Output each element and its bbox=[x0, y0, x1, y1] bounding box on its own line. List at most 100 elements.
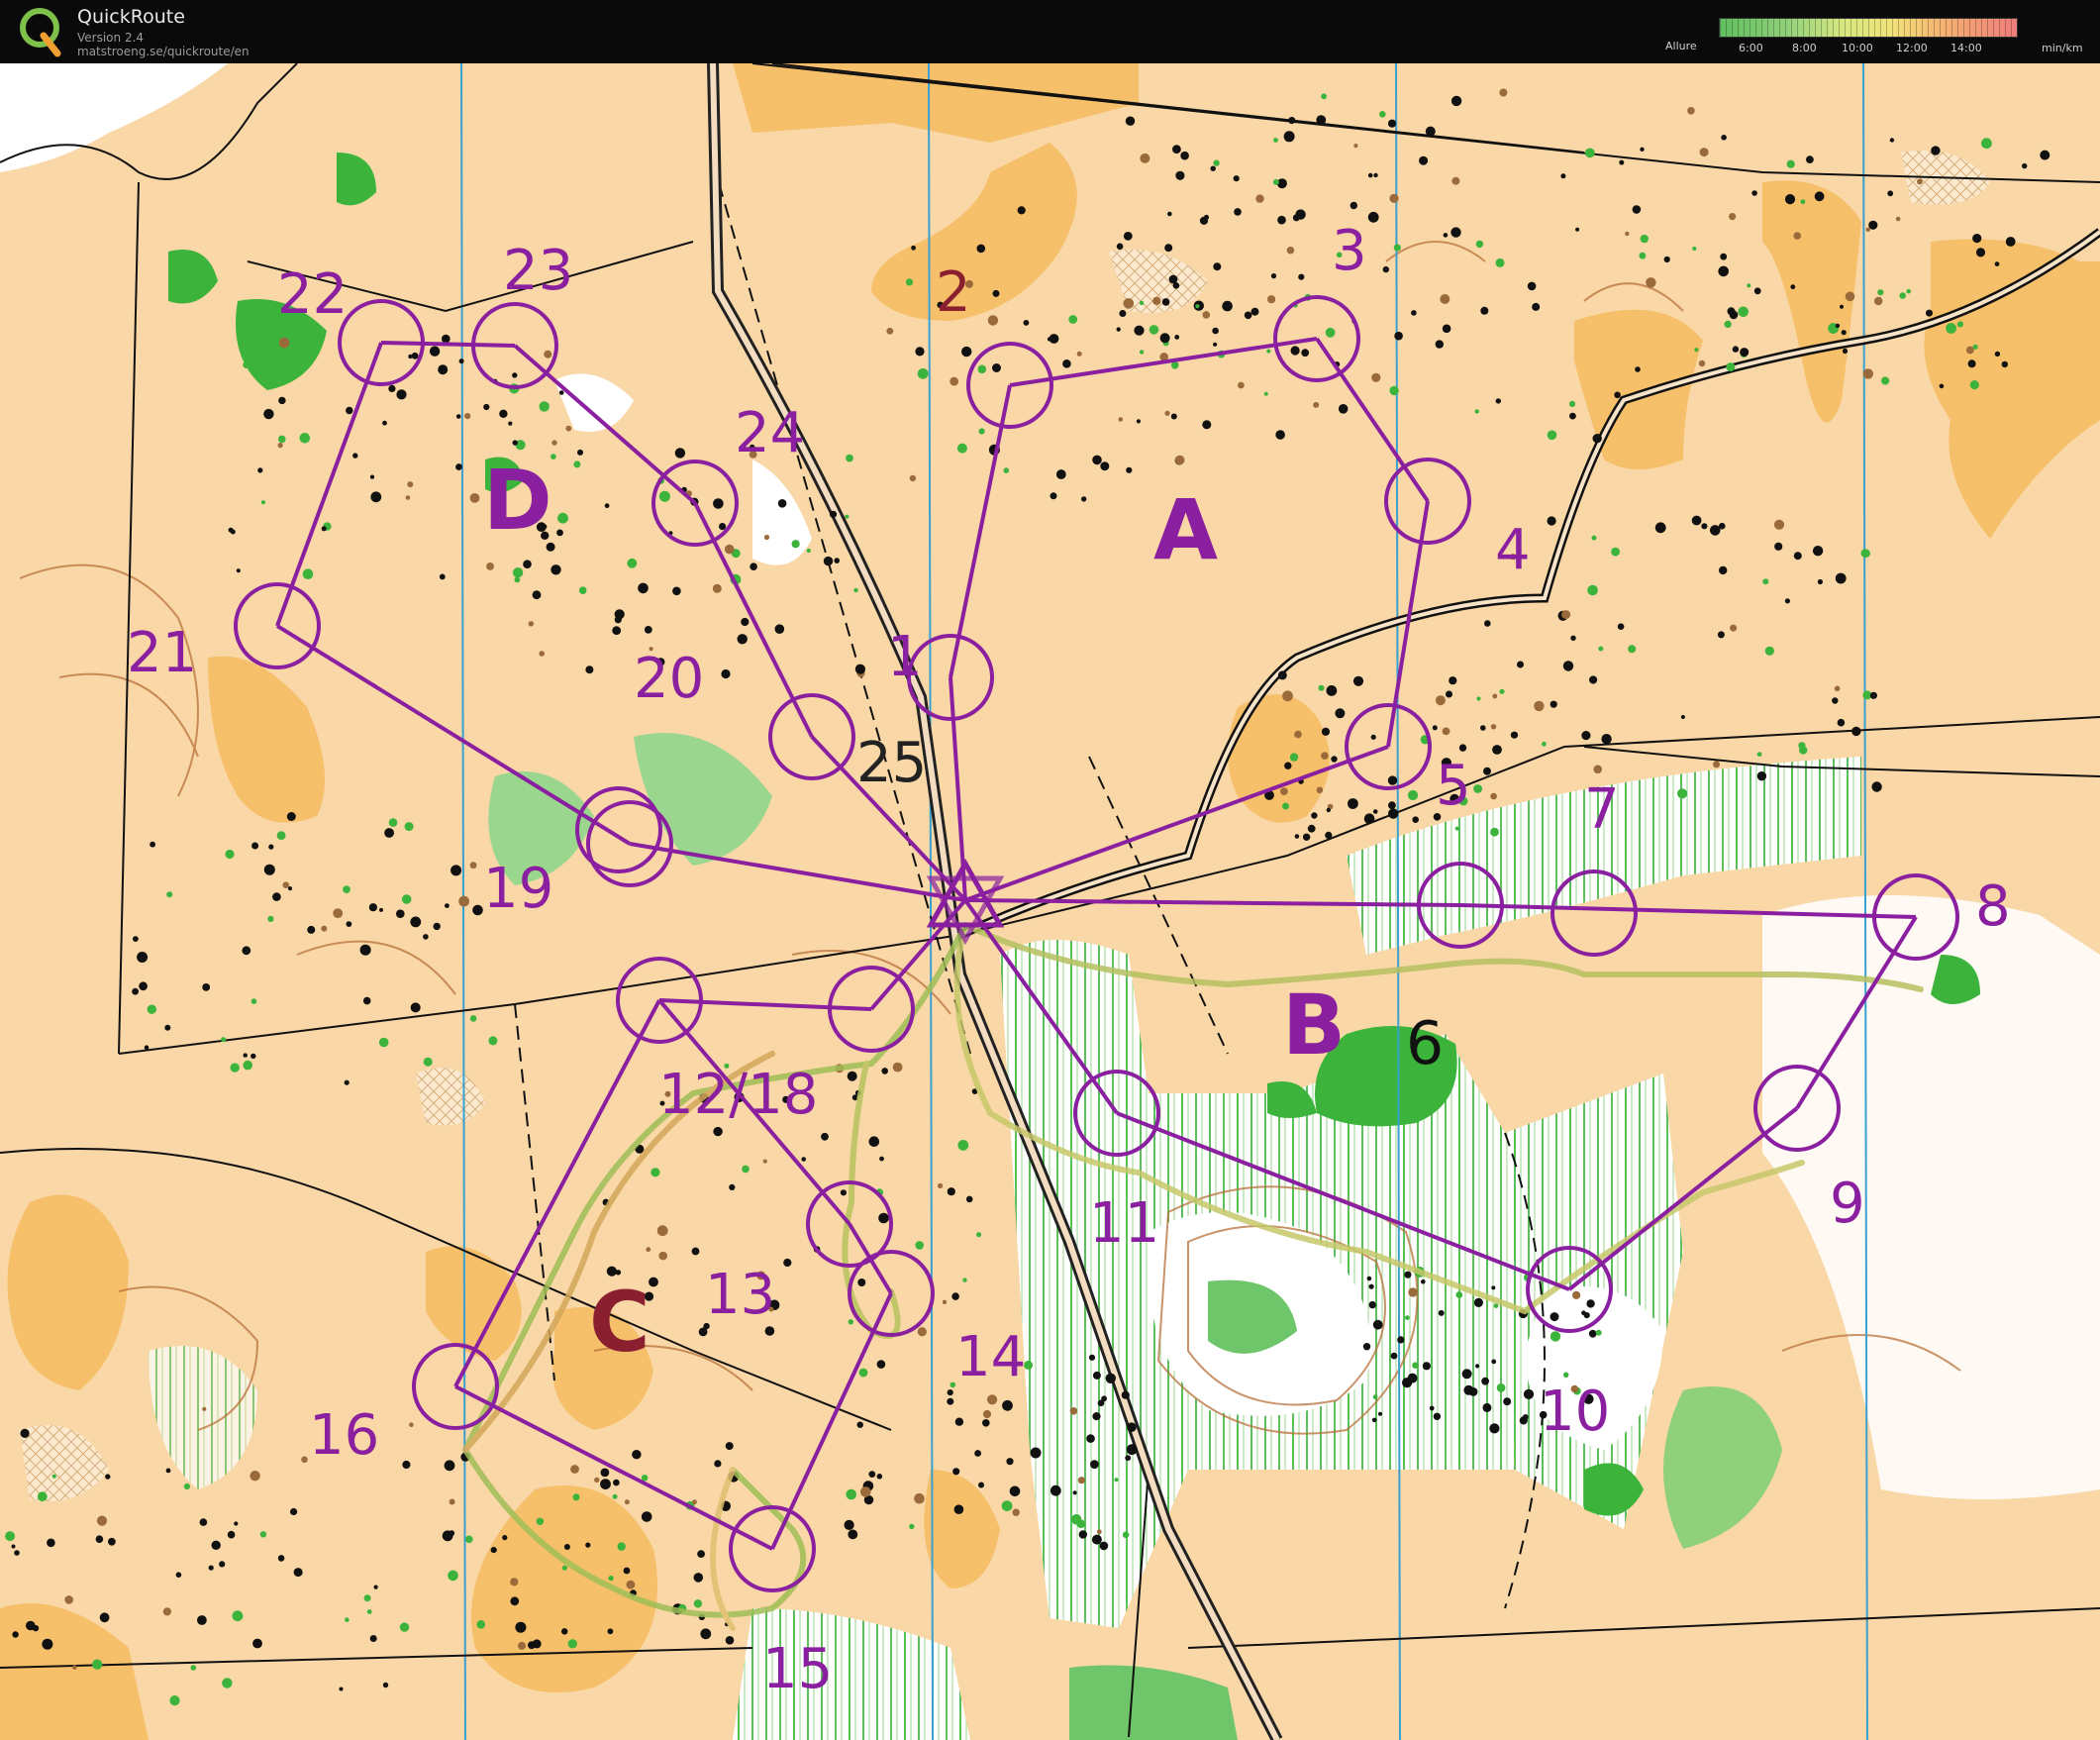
map-dot bbox=[1865, 227, 1870, 232]
map-dot bbox=[1097, 1399, 1105, 1407]
map-dot bbox=[840, 1189, 848, 1196]
map-dot bbox=[1491, 1285, 1496, 1290]
map-dot bbox=[433, 922, 441, 931]
map-dot bbox=[411, 352, 419, 359]
map-dot bbox=[476, 1620, 486, 1629]
map-dot bbox=[363, 1594, 371, 1602]
map-dot bbox=[1362, 1343, 1371, 1351]
map-dot bbox=[345, 1617, 350, 1622]
map-dot bbox=[1547, 516, 1556, 526]
map-dot bbox=[1687, 107, 1695, 115]
map-feature-label: 6 bbox=[1406, 1009, 1444, 1078]
map-dot bbox=[379, 907, 383, 912]
map-dot bbox=[1840, 304, 1844, 309]
map-dot bbox=[992, 363, 1001, 372]
map-dot bbox=[1812, 546, 1824, 557]
map-dot bbox=[528, 1641, 536, 1650]
map-dot bbox=[396, 389, 407, 400]
map-dot bbox=[1956, 321, 1963, 328]
map-dot bbox=[1295, 209, 1306, 220]
map-dot bbox=[1367, 211, 1379, 223]
map-dot bbox=[219, 1561, 226, 1568]
map-dot bbox=[561, 1565, 568, 1571]
map-dot bbox=[1122, 1531, 1130, 1539]
control-number: 13 bbox=[705, 1263, 775, 1327]
map-dot bbox=[1273, 138, 1278, 143]
map-dot bbox=[909, 1523, 915, 1530]
map-dot bbox=[1433, 1412, 1442, 1421]
map-dot bbox=[458, 895, 469, 907]
map-dot bbox=[1790, 284, 1796, 290]
map-dot bbox=[1534, 700, 1545, 712]
map-dot bbox=[1701, 523, 1708, 530]
map-dot bbox=[465, 1535, 473, 1544]
control-number: 4 bbox=[1495, 518, 1531, 582]
map-dot bbox=[1619, 159, 1625, 165]
map-dot bbox=[1617, 623, 1625, 630]
map-dot bbox=[853, 587, 858, 593]
map-dot bbox=[1180, 151, 1189, 160]
map-dot bbox=[1793, 232, 1801, 240]
map-dot bbox=[1069, 1407, 1078, 1415]
map-dot bbox=[911, 245, 916, 251]
app-url[interactable]: matstroeng.se/quickroute/en bbox=[77, 45, 250, 58]
map-dot bbox=[448, 1570, 458, 1582]
map-dot bbox=[1250, 307, 1259, 316]
map-dot bbox=[617, 1542, 626, 1551]
map-dot bbox=[183, 1483, 190, 1490]
control-number: 9 bbox=[1830, 1172, 1865, 1236]
map-dot bbox=[1756, 771, 1767, 781]
map-dot bbox=[242, 946, 251, 956]
map-dot bbox=[11, 1544, 16, 1549]
map-dot bbox=[455, 414, 461, 419]
map-dot bbox=[1442, 727, 1450, 736]
map-dot bbox=[1125, 116, 1136, 126]
map-dot bbox=[1965, 346, 1974, 355]
map-dot bbox=[557, 512, 568, 524]
map-dot bbox=[1862, 368, 1874, 379]
map-dot bbox=[585, 665, 594, 674]
map-dot bbox=[1756, 752, 1762, 757]
orienteering-map[interactable]: 1 2 3 4 5 7 8 9 10 11 12/18 13 14 15 16 … bbox=[0, 63, 2100, 1740]
map-dot bbox=[1586, 1299, 1595, 1308]
map-dot bbox=[1646, 277, 1656, 288]
map-dot bbox=[737, 634, 748, 645]
map-dot bbox=[346, 921, 352, 927]
legend-tick: 10:00 bbox=[1842, 42, 1873, 54]
map-dot bbox=[299, 433, 311, 444]
map-dot bbox=[658, 1251, 667, 1261]
loop-letter-d: D bbox=[483, 452, 552, 549]
map-dot bbox=[612, 1493, 618, 1499]
map-dot bbox=[713, 498, 724, 509]
map-dot bbox=[1455, 1291, 1463, 1298]
map-dot bbox=[199, 1518, 208, 1526]
map-dot bbox=[343, 885, 350, 893]
map-dot bbox=[1161, 298, 1170, 306]
map-dot bbox=[1729, 213, 1737, 221]
map-dot bbox=[1311, 812, 1318, 819]
map-dot bbox=[774, 624, 785, 634]
map-dot bbox=[1967, 359, 1976, 368]
map-dot bbox=[293, 1568, 303, 1578]
map-dot bbox=[1969, 380, 1979, 390]
map-dot bbox=[164, 1024, 171, 1031]
map-dot bbox=[1871, 781, 1882, 792]
map-dot bbox=[1202, 420, 1212, 430]
map-dot bbox=[791, 540, 800, 549]
map-dot bbox=[1213, 262, 1222, 271]
map-dot bbox=[1397, 1336, 1405, 1344]
map-dot bbox=[1316, 115, 1327, 125]
map-dot bbox=[1473, 1297, 1483, 1307]
map-dot bbox=[1353, 144, 1358, 149]
map-dot bbox=[868, 1136, 880, 1147]
map-dot bbox=[719, 523, 727, 531]
map-dot bbox=[1126, 1444, 1138, 1456]
map-dot bbox=[700, 1628, 712, 1640]
map-dot bbox=[1338, 404, 1349, 414]
map-dot bbox=[108, 1537, 116, 1546]
map-dot bbox=[1587, 584, 1598, 596]
map-dot bbox=[42, 1638, 53, 1650]
map-dot bbox=[1727, 307, 1736, 316]
map-dot bbox=[278, 396, 286, 405]
loop-letter-c: C bbox=[589, 1274, 650, 1371]
